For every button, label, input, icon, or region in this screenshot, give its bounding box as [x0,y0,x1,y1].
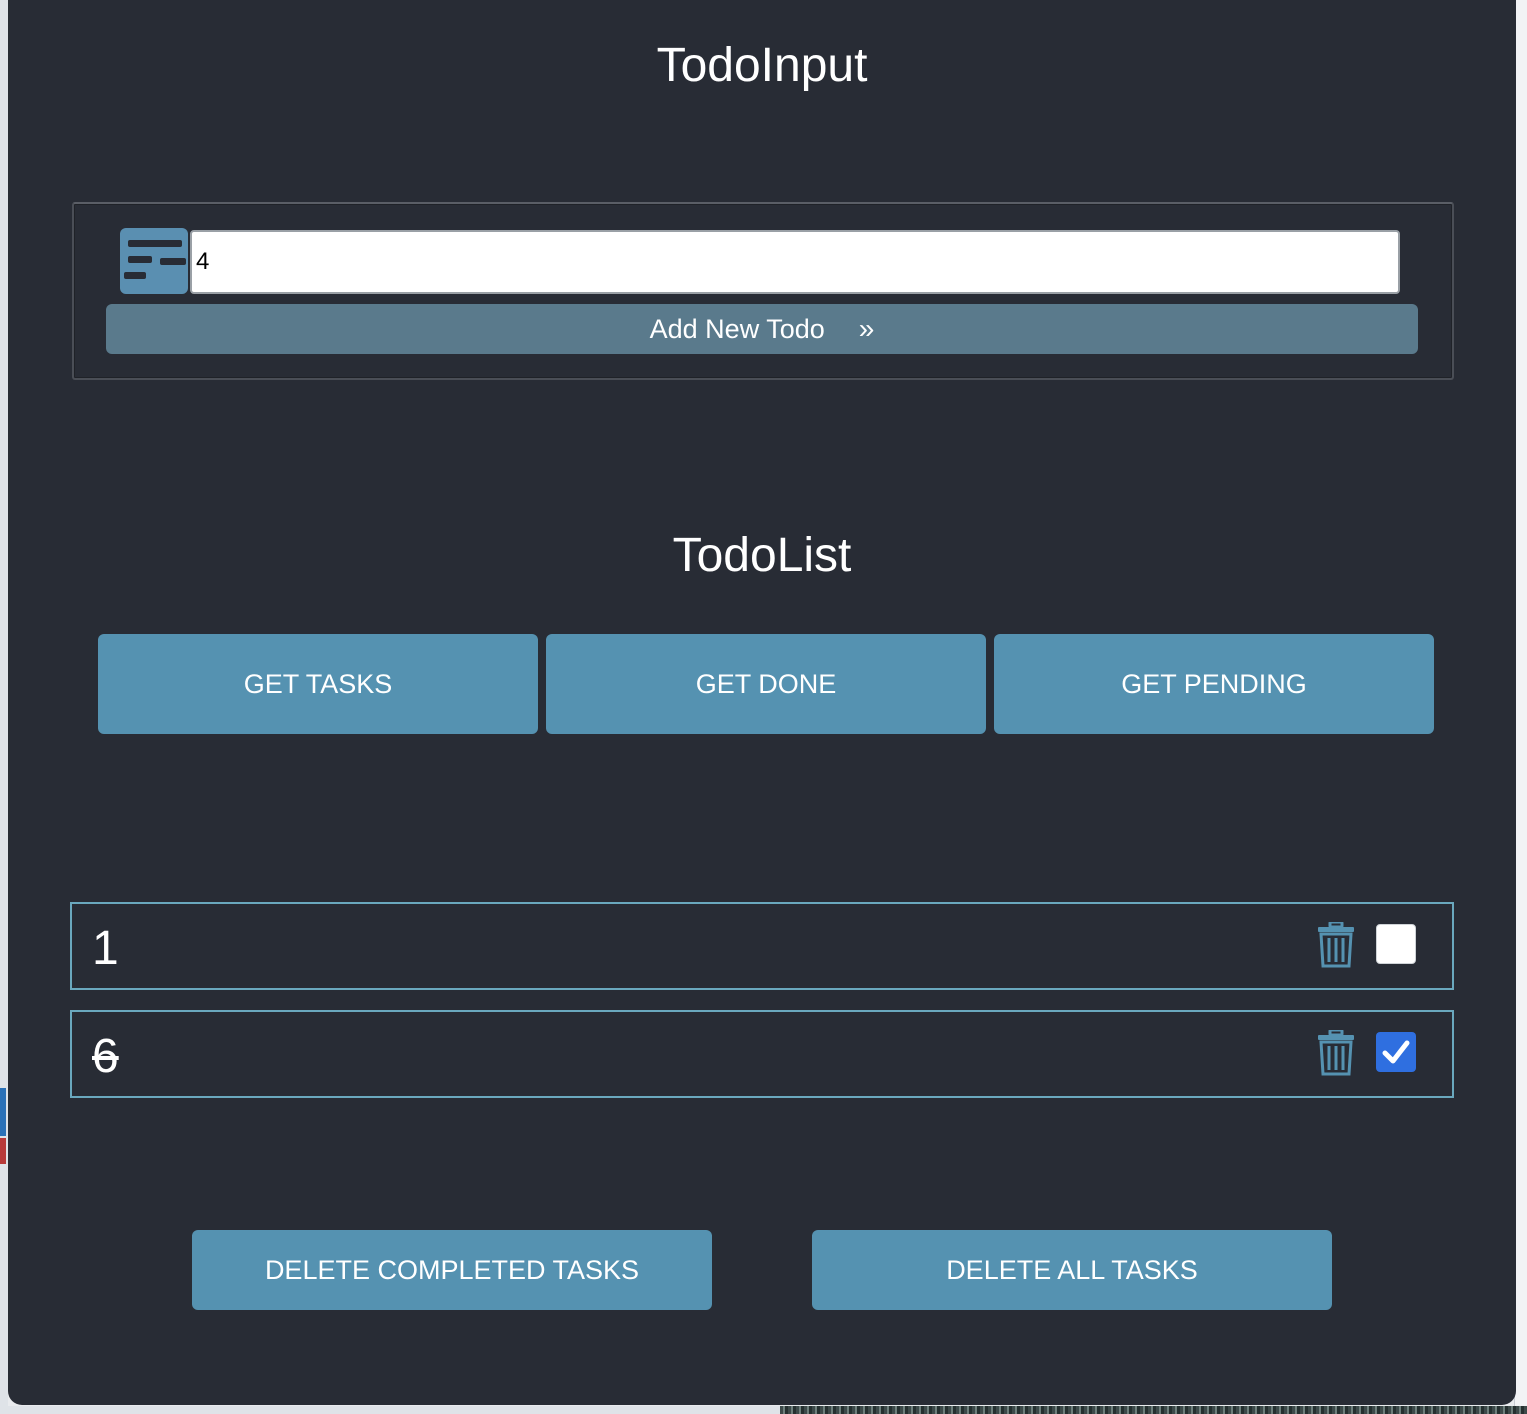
get-done-button[interactable]: GET DONE [546,634,986,734]
trash-icon[interactable] [1316,1028,1356,1076]
background-window-sliver [0,1088,6,1136]
checkmark-icon [1382,1040,1410,1064]
screen: TodoInput Add New Todo » TodoList GET T [0,0,1527,1414]
app-window: TodoInput Add New Todo » TodoList GET T [8,0,1516,1405]
chevron-right-icon: » [858,313,875,344]
todo-input-title: TodoInput [656,39,868,92]
todo-complete-checkbox[interactable] [1376,924,1416,964]
get-pending-button[interactable]: GET PENDING [994,634,1434,734]
add-new-todo-button[interactable]: Add New Todo » [106,304,1418,354]
add-new-todo-label: Add New Todo [649,313,825,344]
trash-icon[interactable] [1316,920,1356,968]
delete-all-tasks-button[interactable]: DELETE ALL TASKS [812,1230,1332,1310]
todo-item: 6 [70,1010,1454,1098]
get-tasks-button[interactable]: GET TASKS [98,634,538,734]
todo-input-card: Add New Todo » [72,202,1454,380]
todo-item: 1 [70,902,1454,990]
todo-item-text: 1 [92,922,119,975]
desktop-wallpaper [780,1406,1527,1414]
desktop-edge-left [0,0,8,1414]
todo-item-text: 6 [92,1030,119,1083]
todo-text-input[interactable] [190,230,1400,294]
todo-list-title: TodoList [672,529,852,582]
delete-completed-tasks-button[interactable]: DELETE COMPLETED TASKS [192,1230,712,1310]
calendar-icon [120,228,188,294]
background-window-sliver [0,1138,6,1164]
desktop-edge-bottom [0,1406,1527,1414]
todo-complete-checkbox[interactable] [1376,1032,1416,1072]
